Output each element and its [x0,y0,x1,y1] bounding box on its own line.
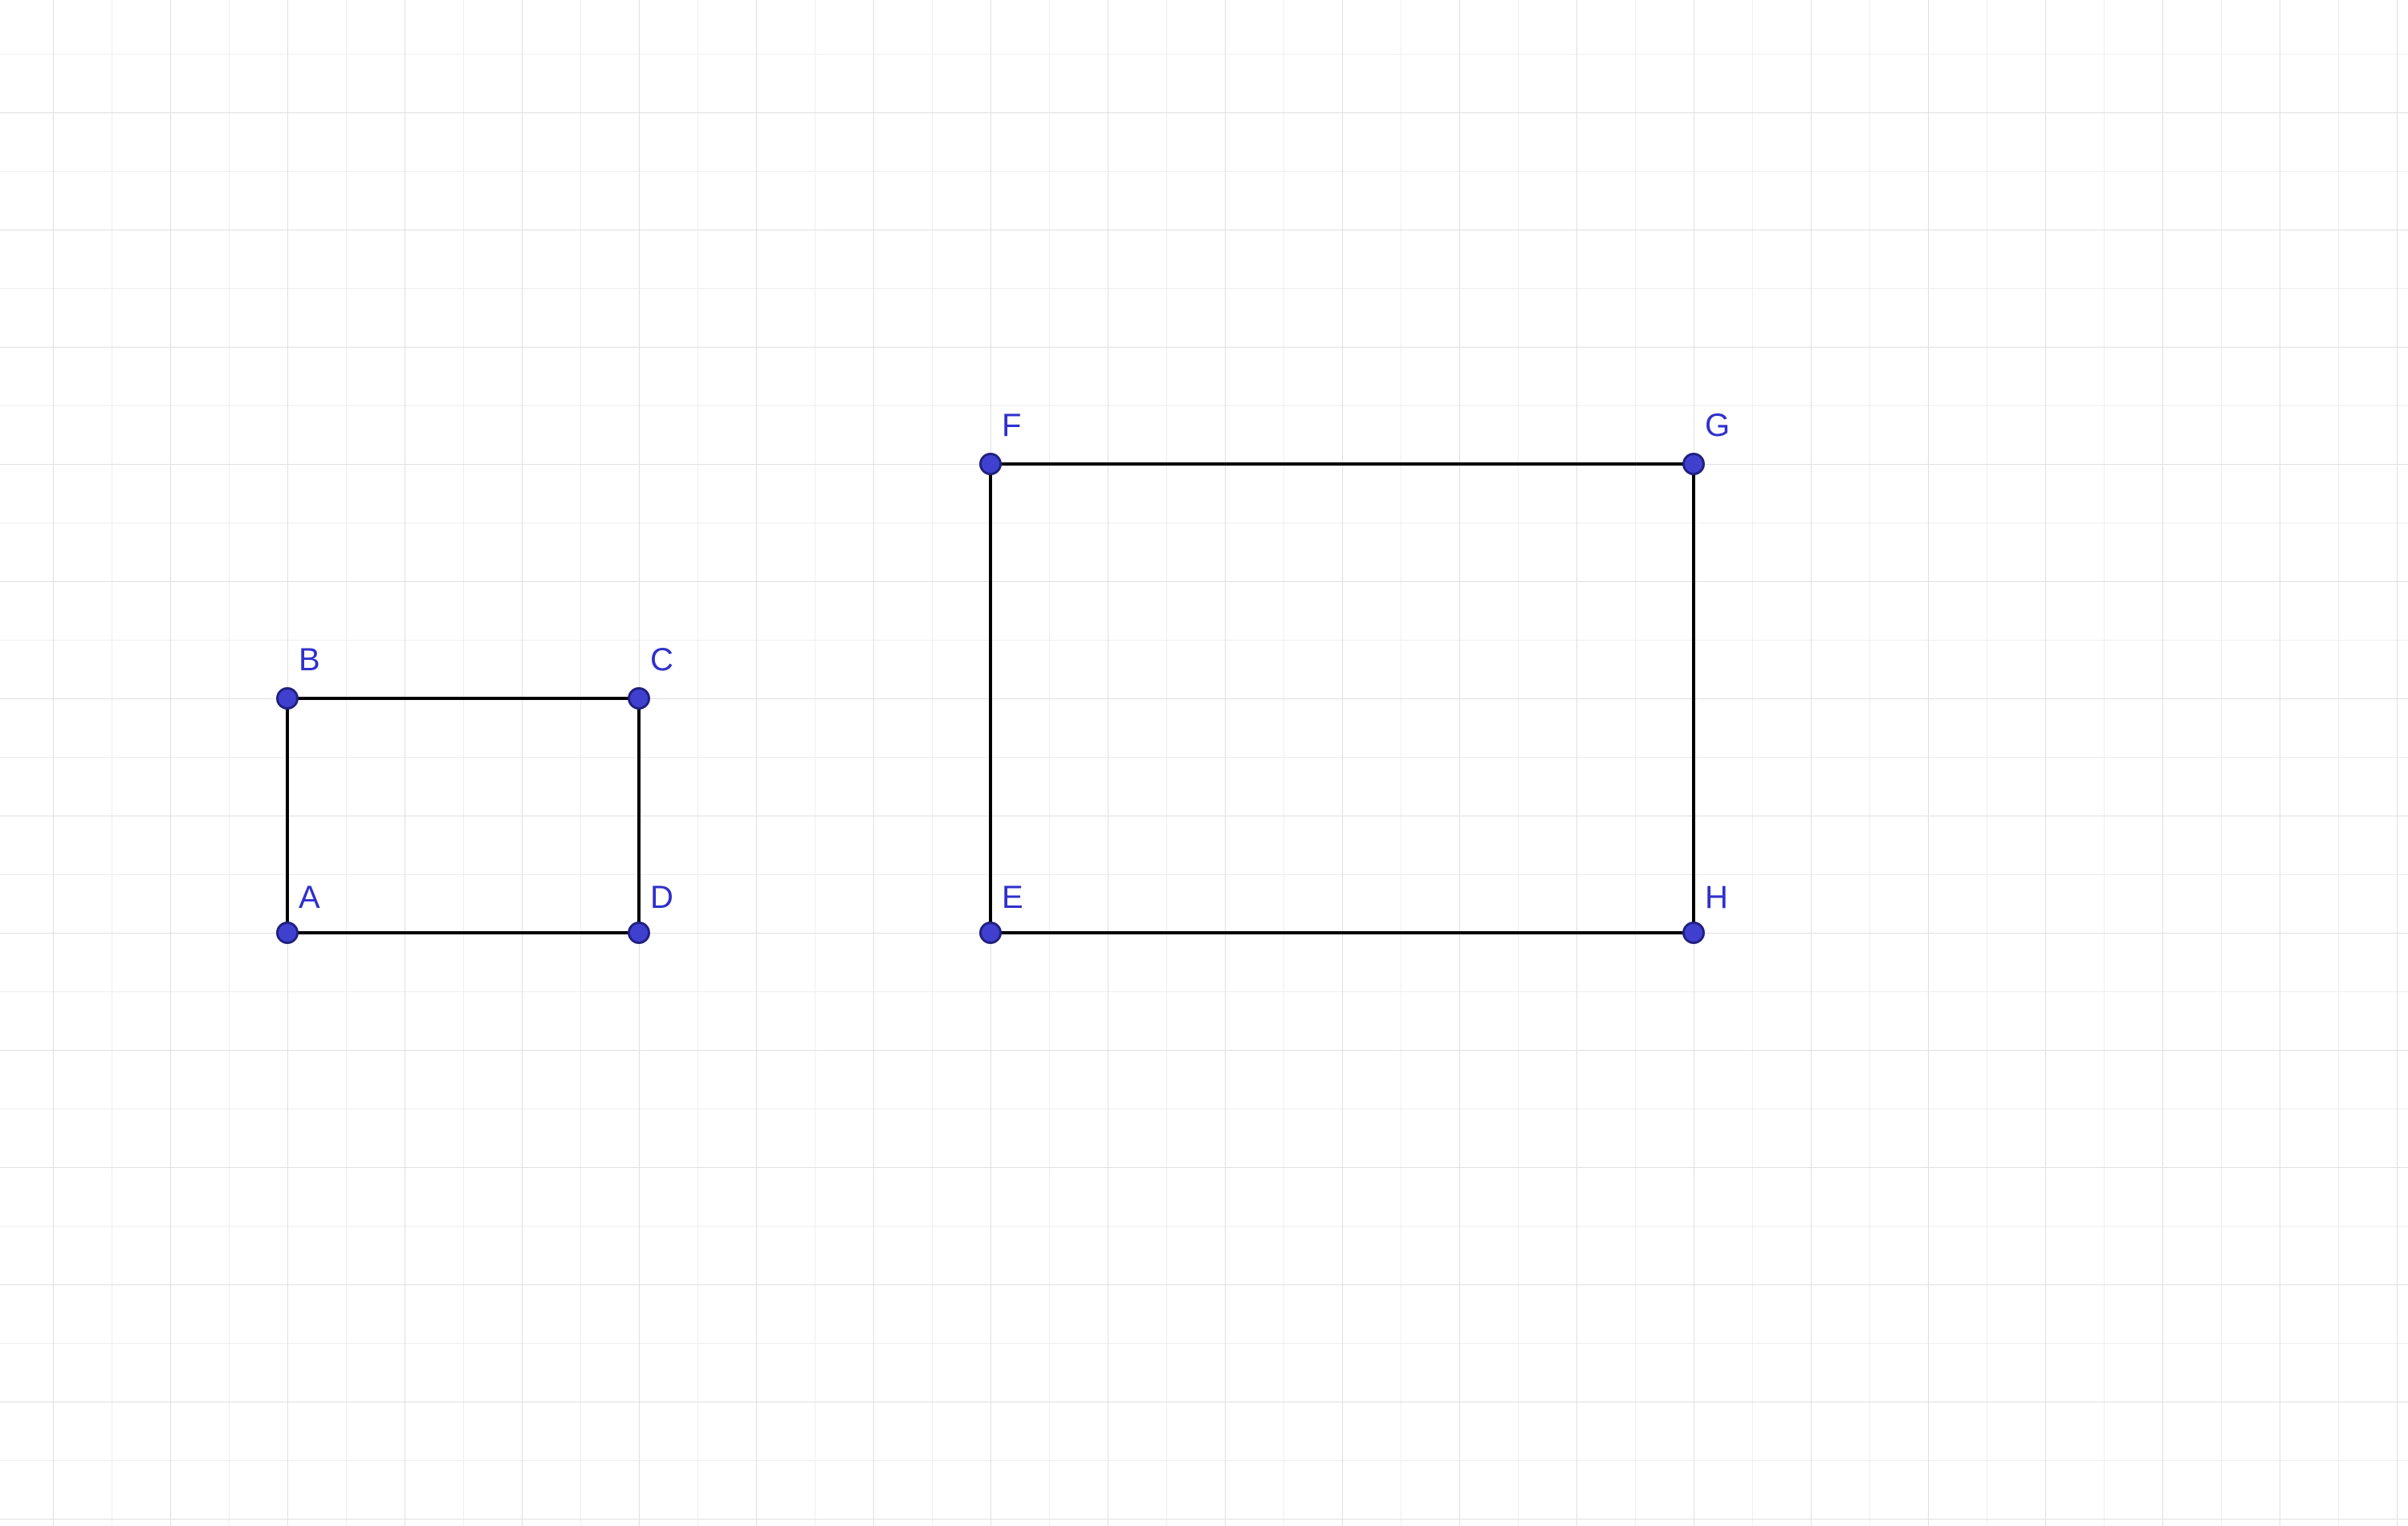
label-E: E [1002,880,1023,916]
segment-CD [637,698,641,933]
segment-EH [990,931,1694,934]
label-B: B [299,642,320,678]
segment-EF [989,464,992,933]
label-D: D [650,880,673,916]
point-H[interactable] [1682,922,1705,944]
point-D[interactable] [628,922,650,944]
point-G[interactable] [1682,453,1705,475]
point-E[interactable] [979,922,1002,944]
segment-AD [287,931,639,934]
segment-GH [1692,464,1695,933]
point-B[interactable] [276,687,299,710]
label-A: A [299,880,320,916]
point-F[interactable] [979,453,1002,475]
background-grid [0,0,2408,1526]
segment-AB [286,698,289,933]
point-A[interactable] [276,922,299,944]
label-F: F [1002,408,1021,444]
label-G: G [1705,408,1730,444]
point-C[interactable] [628,687,650,710]
segment-BC [287,697,639,700]
segment-FG [990,462,1694,466]
label-C: C [650,642,673,678]
label-H: H [1705,880,1728,916]
